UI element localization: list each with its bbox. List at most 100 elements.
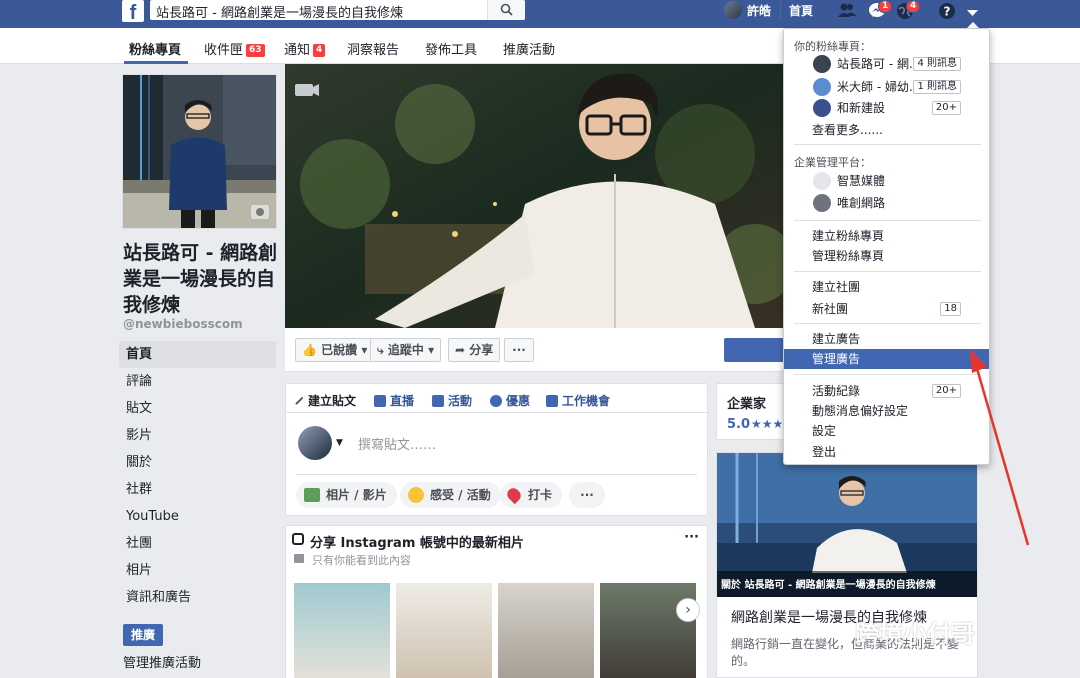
activity-log-item[interactable]: 活動紀錄 20+: [784, 381, 989, 401]
feeling-activity-button[interactable]: 感受 / 活動: [400, 482, 501, 508]
tab-inbox[interactable]: 收件匣 63: [204, 39, 265, 58]
sidebar-item-reviews[interactable]: 評論: [119, 368, 276, 395]
post-text-input[interactable]: 撰寫貼文……: [358, 434, 436, 453]
page-sidebar-nav: 首頁 評論 貼文 影片 關於 社群 YouTube 社團 相片 資訊和廣告: [119, 341, 276, 611]
next-photos-chevron-right-icon[interactable]: ›: [676, 598, 700, 622]
instagram-photo[interactable]: [294, 583, 390, 678]
calendar-icon: [432, 394, 444, 407]
search-field[interactable]: 站長路可 - 網路創業是一場漫長的自我修煉: [150, 0, 525, 20]
create-ads-item[interactable]: 建立廣告: [784, 329, 989, 349]
create-page-item[interactable]: 建立粉絲專頁: [784, 226, 989, 246]
instagram-more-icon[interactable]: ···: [684, 530, 699, 545]
home-link[interactable]: 首頁: [780, 2, 813, 19]
more-options-button[interactable]: ···: [504, 338, 534, 362]
offer-tab[interactable]: 優惠: [490, 392, 530, 409]
instagram-photo[interactable]: [498, 583, 594, 678]
svg-text:?: ?: [944, 5, 951, 19]
log-out-item[interactable]: 登出: [784, 442, 989, 462]
page-action-bar: 👍 已說讚 ▾ ⤷ 追蹤中 ▾ ➦ 分享 ···: [285, 328, 785, 372]
page-username[interactable]: @newbiebosscom: [123, 317, 243, 331]
share-button[interactable]: ➦ 分享: [448, 338, 501, 362]
dropdown-business-item[interactable]: 唯創網路: [784, 193, 989, 213]
rating-stars: ★★★: [751, 417, 784, 431]
tab-publishing-tools[interactable]: 發佈工具: [425, 39, 477, 58]
sidebar-item-photos[interactable]: 相片: [119, 557, 276, 584]
sidebar-item-groups[interactable]: 社團: [119, 530, 276, 557]
instagram-photo[interactable]: [600, 583, 696, 678]
chevron-down-icon[interactable]: ▼: [336, 438, 343, 448]
sidebar-item-videos[interactable]: 影片: [119, 422, 276, 449]
tab-label: 工作機會: [562, 394, 611, 408]
page-category[interactable]: 企業家: [727, 393, 766, 412]
new-groups-item[interactable]: 新社團 18: [784, 299, 989, 319]
sidebar-item-home[interactable]: 首頁: [119, 341, 276, 368]
create-group-item[interactable]: 建立社團: [784, 277, 989, 297]
sidebar-item-info-and-ads[interactable]: 資訊和廣告: [119, 584, 276, 611]
search-input[interactable]: 站長路可 - 網路創業是一場漫長的自我修煉: [156, 2, 403, 20]
dropdown-page-item[interactable]: 和新建設 20+: [784, 98, 989, 118]
search-button[interactable]: [487, 0, 525, 20]
about-cover-caption: 關於 站長路可 - 網路創業是一場漫長的自我修煉: [721, 580, 936, 591]
watermark-text: 跨境小付哥: [855, 620, 975, 648]
tab-promotions[interactable]: 推廣活動: [503, 39, 555, 58]
tab-label: 活動: [448, 394, 473, 408]
profile-picture[interactable]: [122, 74, 277, 229]
manage-ads-item[interactable]: 管理廣告: [784, 349, 989, 369]
profile-link[interactable]: 許皓: [724, 0, 771, 20]
photo-icon: [304, 488, 320, 502]
tab-page[interactable]: 粉絲專頁: [129, 39, 181, 58]
dropdown-page-item[interactable]: 站長路可 - 網... 4 則訊息: [784, 54, 989, 74]
friend-requests-icon[interactable]: [837, 2, 857, 21]
user-name: 許皓: [747, 3, 772, 18]
new-groups-count-badge: 18: [940, 302, 961, 316]
pill-label: 打卡: [528, 488, 553, 502]
cover-photo[interactable]: [285, 64, 785, 328]
dropdown-business-item[interactable]: 智慧媒體: [784, 171, 989, 191]
tab-label: 發佈工具: [425, 43, 478, 58]
avatar[interactable]: [298, 426, 332, 460]
settings-item[interactable]: 設定: [784, 421, 989, 441]
page-avatar: [813, 78, 831, 96]
following-button[interactable]: ⤷ 追蹤中 ▾: [370, 338, 442, 362]
help-icon[interactable]: ?: [938, 2, 956, 23]
activity-count-badge: 20+: [931, 384, 961, 398]
sidebar-item-youtube[interactable]: YouTube: [119, 503, 276, 530]
liked-button[interactable]: 👍 已說讚 ▾: [295, 338, 375, 362]
notifications-tab-badge: 4: [313, 44, 326, 57]
instagram-photo[interactable]: [396, 583, 492, 678]
event-tab[interactable]: 活動: [432, 392, 472, 409]
news-feed-preferences-item[interactable]: 動態消息偏好設定: [784, 401, 989, 421]
create-post-tab[interactable]: 建立貼文: [294, 392, 356, 409]
share-label: 分享: [469, 343, 494, 357]
manage-promotions-link[interactable]: 管理推廣活動: [123, 652, 201, 671]
divider: [794, 271, 981, 272]
divider: [794, 220, 981, 221]
live-video-tab[interactable]: 直播: [374, 392, 414, 409]
facebook-logo-icon[interactable]: f: [122, 0, 144, 24]
menu-item-label: 建立廣告: [812, 332, 861, 346]
menu-item-label: 新社團: [812, 302, 849, 316]
sidebar-item-community[interactable]: 社群: [119, 476, 276, 503]
check-in-button[interactable]: 打卡: [500, 482, 563, 508]
page-avatar: [813, 99, 831, 117]
tab-insights[interactable]: 洞察報告: [347, 39, 399, 58]
pill-label: 相片 / 影片: [326, 488, 387, 502]
see-more-pages-link[interactable]: 查看更多......: [784, 120, 989, 140]
photo-video-button[interactable]: 相片 / 影片: [296, 482, 397, 508]
promote-button[interactable]: 推廣: [123, 624, 163, 646]
manage-pages-item[interactable]: 管理粉絲專頁: [784, 246, 989, 266]
menu-item-label: 動態消息偏好設定: [812, 404, 909, 418]
job-tab[interactable]: 工作機會: [546, 392, 610, 409]
sidebar-item-posts[interactable]: 貼文: [119, 395, 276, 422]
business-manager-heading: 企業管理平台：: [794, 156, 871, 169]
dropdown-page-item[interactable]: 米大師 - 婦幼... 1 則訊息: [784, 77, 989, 97]
tab-notifications[interactable]: 通知 4: [284, 39, 326, 58]
sidebar-item-about[interactable]: 關於: [119, 449, 276, 476]
primary-action-button[interactable]: [724, 338, 785, 362]
business-item-label: 唯創網路: [837, 196, 886, 210]
page-count-badge: 20+: [931, 101, 961, 115]
avatar: [724, 1, 742, 19]
account-menu-chevron-down-icon[interactable]: [967, 6, 978, 20]
more-composer-options-button[interactable]: ···: [569, 482, 605, 508]
divider: [794, 374, 981, 375]
